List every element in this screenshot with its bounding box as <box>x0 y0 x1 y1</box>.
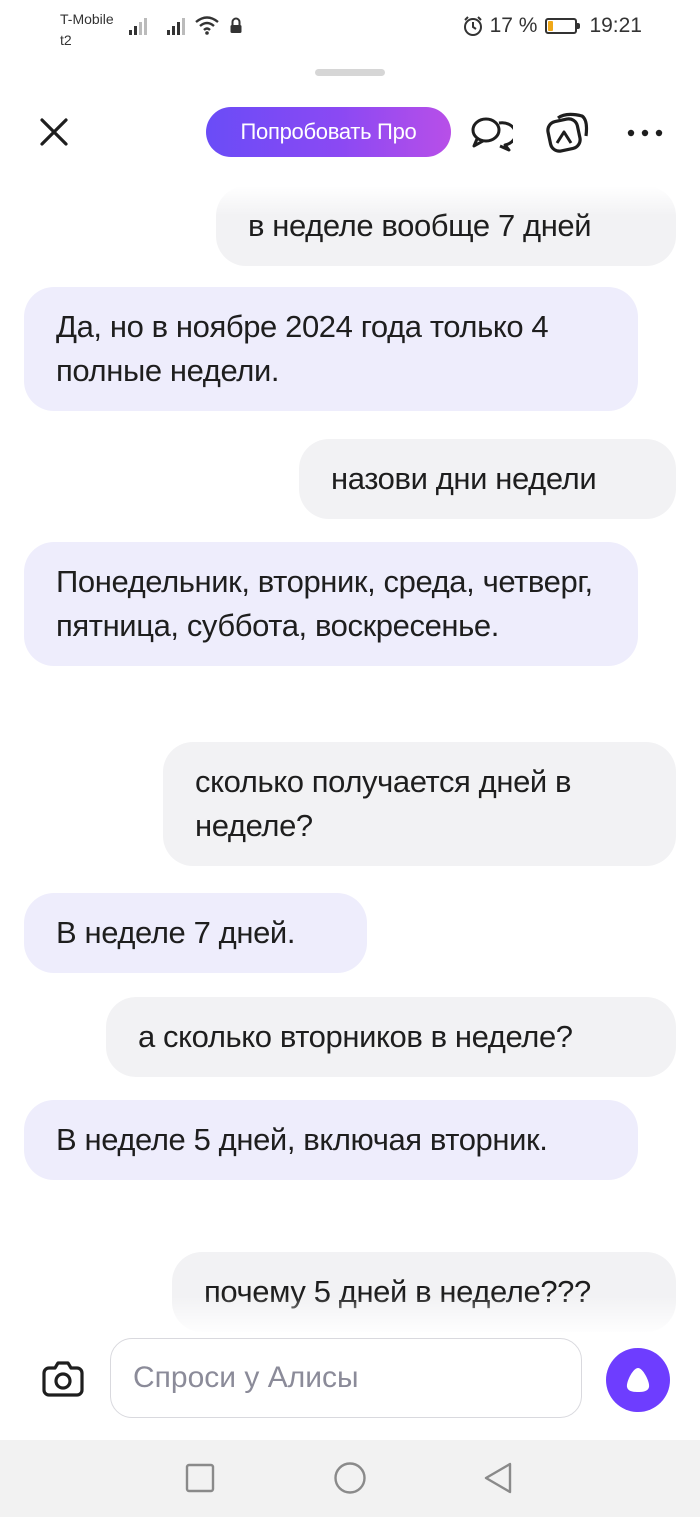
square-icon <box>185 1463 215 1493</box>
battery-level-fill <box>548 21 553 31</box>
wifi-icon <box>195 16 219 35</box>
status-bar: T-Mobile t2 17 % 19:21 <box>0 0 700 56</box>
assistant-message: В неделе 7 дней. <box>24 893 367 973</box>
circle-icon <box>334 1462 366 1494</box>
assistant-message: В неделе 5 дней, включая вторник. <box>24 1100 638 1180</box>
alice-icon <box>626 1368 650 1392</box>
more-icon <box>627 129 663 137</box>
user-message: назови дни недели <box>299 439 676 519</box>
user-message: сколько получается дней в неделе? <box>163 742 676 866</box>
chat-messages[interactable]: в неделе вообще 7 дней Да, но в ноябре 2… <box>0 186 700 1336</box>
alarm-icon <box>463 16 482 36</box>
chat-header: Попробовать Про <box>0 96 700 172</box>
recent-apps-button[interactable] <box>178 1458 222 1498</box>
home-button[interactable] <box>328 1458 372 1498</box>
back-button[interactable] <box>476 1458 520 1498</box>
camera-search-icon <box>546 112 589 153</box>
chat-bubbles-icon <box>471 117 513 152</box>
assistant-message: Понедельник, вторник, среда, четверг, пя… <box>24 542 638 666</box>
input-bar <box>0 1336 700 1440</box>
triangle-back-icon <box>484 1462 512 1494</box>
try-pro-button[interactable]: Попробовать Про <box>206 107 451 157</box>
carrier-line-1: T-Mobile <box>60 11 114 27</box>
user-message: в неделе вообще 7 дней <box>216 186 676 266</box>
assistant-message: Да, но в ноябре 2024 года только 4 полны… <box>24 287 638 411</box>
status-right: 17 % 19:21 <box>456 14 642 38</box>
carrier-line-2: t2 <box>60 32 72 48</box>
alice-voice-button[interactable] <box>606 1348 670 1412</box>
signal-strength-icon <box>129 18 147 35</box>
close-button[interactable] <box>26 104 82 160</box>
more-button[interactable] <box>620 108 670 158</box>
camera-icon <box>42 1361 84 1397</box>
battery-percent: 17 % <box>489 14 538 37</box>
ask-alice-input[interactable] <box>110 1338 582 1418</box>
chats-button[interactable] <box>466 108 516 158</box>
camera-search-button[interactable] <box>542 108 592 158</box>
user-message: почему 5 дней в неделе??? <box>172 1252 676 1332</box>
carrier-name: T-Mobile t2 <box>60 9 114 51</box>
system-nav-bar <box>0 1440 700 1517</box>
user-message: а сколько вторников в неделе? <box>106 997 676 1077</box>
lock-icon <box>230 17 242 33</box>
close-icon <box>40 118 68 146</box>
sheet-drag-handle[interactable] <box>315 69 385 76</box>
clock-time: 19:21 <box>589 14 642 37</box>
camera-button[interactable] <box>36 1352 90 1406</box>
battery-icon <box>545 18 581 34</box>
signal-strength-icon <box>167 18 185 35</box>
